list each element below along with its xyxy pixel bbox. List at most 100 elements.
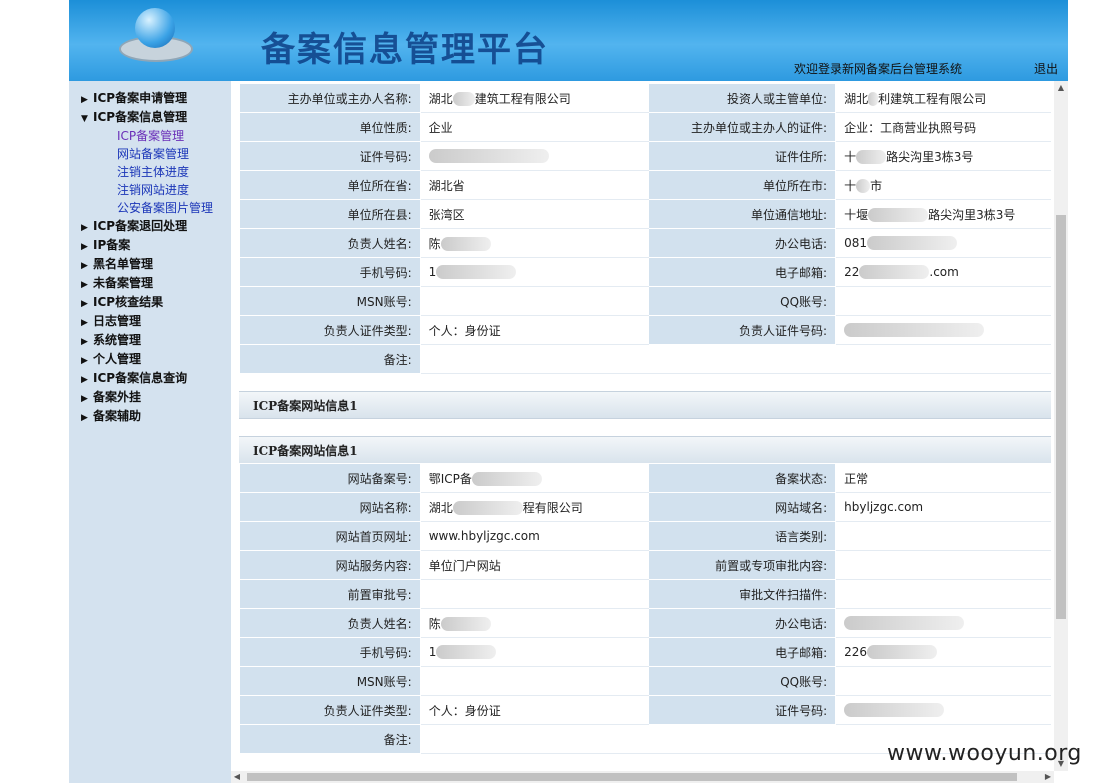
sidebar-item[interactable]: ▶ ICP备案申请管理: [69, 89, 231, 108]
horizontal-scrollbar[interactable]: ◀ ▶: [231, 771, 1054, 783]
sidebar-item[interactable]: ▶ 黑名单管理: [69, 255, 231, 274]
sidebar-subitem[interactable]: ICP备案管理: [69, 127, 231, 145]
field-label: 网站服务内容:: [239, 550, 421, 580]
sidebar-subitem[interactable]: 注销主体进度: [69, 163, 231, 181]
field-value: 张湾区: [419, 199, 650, 229]
field-value: [419, 344, 1052, 374]
field-value: 湖北 建筑工程有限公司: [419, 83, 650, 113]
field-label: 负责人姓名:: [239, 608, 421, 638]
table-row: 单位性质: 企业 主办单位或主办人的证件: 企业：工商营业执照号码: [239, 112, 1051, 142]
redaction-blur: [868, 208, 929, 222]
field-value: 企业：工商营业执照号码: [835, 112, 1051, 142]
scroll-right-icon[interactable]: ▶: [1042, 771, 1054, 783]
field-label: 办公电话:: [648, 228, 837, 258]
value-text: .com: [929, 264, 959, 279]
sidebar-item-label: IP备案: [93, 238, 131, 252]
field-value: [835, 286, 1051, 316]
triangle-right-icon: ▶: [81, 413, 88, 423]
field-value: 十堰 路尖沟里3栋3号: [835, 199, 1051, 229]
vertical-scrollbar[interactable]: ▲ ▼: [1054, 81, 1068, 771]
sidebar-subitem[interactable]: 网站备案管理: [69, 145, 231, 163]
field-value: [835, 521, 1051, 551]
field-value: 陈: [419, 608, 650, 638]
redaction-blur: [452, 501, 523, 515]
sidebar-item[interactable]: ▶ ICP核查结果: [69, 293, 231, 312]
field-label: 前置审批号:: [239, 579, 421, 609]
scrollbar-thumb[interactable]: [1056, 215, 1066, 619]
redaction-blur: [867, 645, 938, 660]
logout-link[interactable]: 退出: [1034, 60, 1058, 77]
value-text: 正常: [844, 471, 869, 486]
field-value: [835, 695, 1051, 725]
sidebar-item-label: 备案辅助: [93, 409, 142, 423]
sidebar-item[interactable]: ▶ 日志管理: [69, 312, 231, 331]
field-value: 081: [835, 228, 1051, 258]
field-label: 主办单位或主办人的证件:: [648, 112, 837, 142]
sidebar-item-label: 未备案管理: [93, 276, 154, 290]
globe-logo-icon: [119, 8, 193, 62]
field-value: 鄂ICP备: [419, 463, 650, 493]
value-text: 路尖沟里3栋3号: [886, 149, 974, 164]
sidebar-item[interactable]: ▶ ICP备案退回处理: [69, 217, 231, 236]
value-text: 单位门户网站: [428, 558, 501, 573]
value-text: 湖北: [428, 91, 453, 106]
sidebar-item[interactable]: ▶ 未备案管理: [69, 274, 231, 293]
sidebar-subitem[interactable]: 注销网站进度: [69, 181, 231, 199]
field-label: 网站域名:: [648, 492, 837, 522]
sidebar-item-label: 注销主体进度: [117, 165, 190, 179]
sidebar-item-label: 黑名单管理: [93, 257, 154, 271]
field-label: 备注:: [239, 724, 421, 754]
field-label: 单位性质:: [239, 112, 421, 142]
table-row: 负责人姓名: 陈 办公电话:: [239, 608, 1051, 638]
redaction-blur: [471, 472, 542, 486]
sidebar-item[interactable]: ▶ 个人管理: [69, 350, 231, 369]
field-value: 1: [419, 637, 650, 667]
scroll-up-icon[interactable]: ▲: [1054, 81, 1068, 95]
field-label: 证件住所:: [648, 141, 837, 171]
triangle-down-icon: ▼: [81, 114, 88, 124]
table-row: 负责人姓名: 陈 办公电话: 081: [239, 228, 1051, 258]
sidebar-item[interactable]: ▶ 备案辅助: [69, 407, 231, 426]
table-row: 单位所在省: 湖北省 单位所在市: 十市: [239, 170, 1051, 200]
value-text: www.hbyljzgc.com: [428, 529, 540, 543]
field-label: 证件号码:: [648, 695, 837, 725]
table-row: 网站服务内容: 单位门户网站 前置或专项审批内容:: [239, 550, 1051, 580]
field-label: 办公电话:: [648, 608, 837, 638]
sidebar-item-label: 公安备案图片管理: [117, 201, 214, 215]
field-value: 单位门户网站: [419, 550, 650, 580]
scroll-left-icon[interactable]: ◀: [231, 771, 243, 783]
sidebar-item-label: 系统管理: [93, 333, 142, 347]
value-text: 建筑工程有限公司: [474, 91, 571, 106]
value-text: 湖北省: [428, 178, 465, 193]
field-label: 负责人证件号码:: [648, 315, 837, 345]
value-text: 十: [844, 178, 857, 193]
sidebar-subitem[interactable]: 公安备案图片管理: [69, 199, 231, 217]
sidebar-item[interactable]: ▶ 系统管理: [69, 331, 231, 350]
value-text: 十堰: [844, 207, 869, 222]
field-value: [419, 666, 650, 696]
field-label: 手机号码:: [239, 257, 421, 287]
sidebar-item-label: 备案外挂: [93, 390, 142, 404]
scrollbar-thumb[interactable]: [247, 773, 1017, 781]
sidebar-item[interactable]: ▶ 备案外挂: [69, 388, 231, 407]
field-label: 单位所在省:: [239, 170, 421, 200]
sidebar-item[interactable]: ▶ ICP备案信息查询: [69, 369, 231, 388]
value-text: 企业：工商营业执照号码: [844, 120, 977, 135]
field-label: 网站备案号:: [239, 463, 421, 493]
sidebar-item[interactable]: ▶ IP备案: [69, 236, 231, 255]
table-row: 单位所在县: 张湾区 单位通信地址: 十堰 路尖沟里3栋3号: [239, 199, 1051, 229]
sidebar-item-label: 日志管理: [93, 314, 142, 328]
field-value: 正常: [835, 463, 1051, 493]
redaction-blur: [867, 236, 957, 251]
value-text: 个人：身份证: [428, 323, 501, 338]
field-label: 网站首页网址:: [239, 521, 421, 551]
field-label: 单位通信地址:: [648, 199, 837, 229]
field-value: 1: [419, 257, 650, 287]
field-value: 湖北 程有限公司: [419, 492, 650, 522]
app-frame: 备案信息管理平台 欢迎登录新网备案后台管理系统 退出 ▶ ICP备案申请管理 ▼ IC…: [69, 0, 1068, 783]
redaction-blur: [452, 92, 475, 106]
value-text: hbyljzgc.com: [844, 500, 924, 514]
value-text: 湖北: [428, 500, 453, 515]
sidebar-item[interactable]: ▼ ICP备案信息管理: [69, 108, 231, 127]
field-label: 审批文件扫描件:: [648, 579, 837, 609]
